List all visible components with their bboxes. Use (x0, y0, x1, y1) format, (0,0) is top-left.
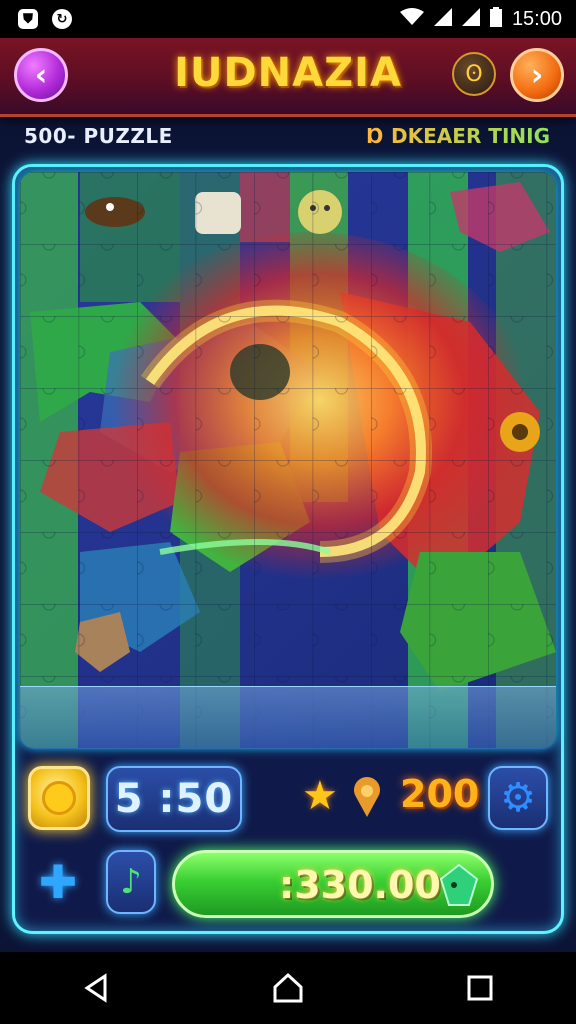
next-button[interactable]: › (510, 48, 564, 102)
coin-icon (42, 781, 76, 815)
gem-icon (437, 861, 481, 909)
shield-icon: ⛊ (18, 9, 38, 29)
sync-icon: ↻ (52, 9, 72, 29)
home-icon[interactable] (258, 958, 318, 1018)
bomb-icon[interactable]: ʘ (452, 52, 496, 96)
music-button[interactable]: ♪ (106, 850, 156, 914)
signal-icon (461, 8, 480, 30)
play-button-amount: :330.00 (279, 863, 441, 907)
system-nav-bar (0, 952, 576, 1024)
score-value: 200 (400, 772, 480, 816)
status-bar: ⛊ ↻ 15:00 (0, 0, 576, 38)
gear-icon: ⚙ (500, 775, 536, 821)
puzzle-image (20, 172, 556, 748)
music-note-icon: ♪ (120, 862, 142, 902)
piece-tray[interactable] (20, 686, 556, 749)
star-icon: ★ (302, 773, 338, 819)
puzzle-hint-icon[interactable]: ✚ (30, 852, 86, 912)
signal-icon (433, 8, 452, 30)
mode-label: Ɒ DKEAER TINIG (366, 124, 550, 148)
square-recents-icon[interactable] (450, 958, 510, 1018)
clock: 15:00 (511, 7, 562, 30)
info-bar: 500- PUZZLE Ɒ DKEAER TINIG (0, 114, 576, 158)
battery-icon (489, 7, 502, 31)
timer-display: 5 :50 (106, 766, 242, 832)
header-bar: ‹ IUDNAZIA ʘ › (0, 38, 576, 117)
location-pin-icon (350, 776, 384, 818)
chevron-right-icon: › (530, 57, 544, 93)
wifi-icon (399, 8, 424, 30)
puzzle-board[interactable] (20, 172, 556, 748)
play-button[interactable]: :330.00 (172, 850, 494, 918)
triangle-back-icon[interactable] (66, 958, 126, 1018)
puzzle-size-label: 500- PUZZLE (24, 124, 173, 148)
settings-button[interactable]: ⚙ (488, 766, 548, 830)
coin-button[interactable] (28, 766, 90, 830)
